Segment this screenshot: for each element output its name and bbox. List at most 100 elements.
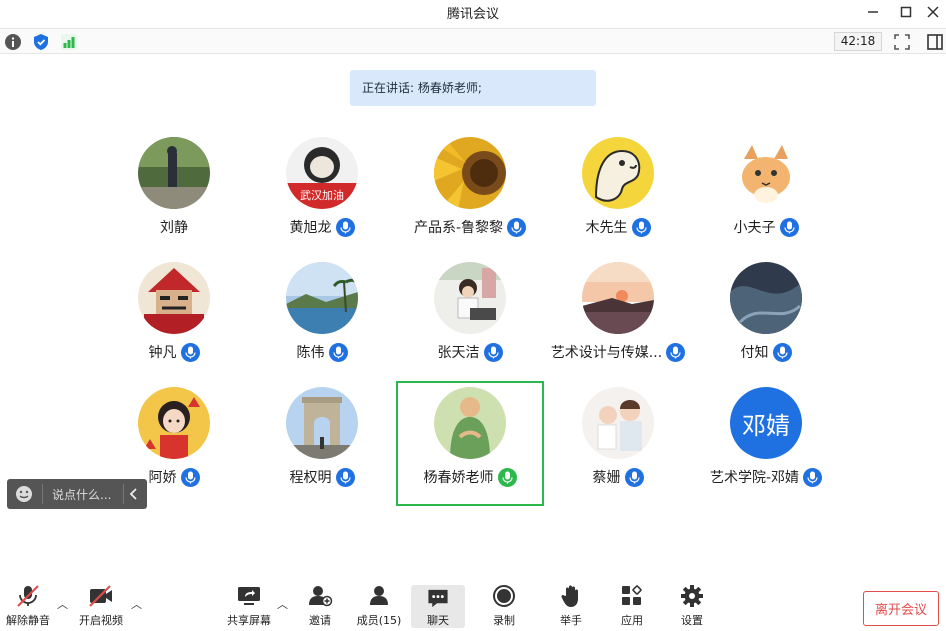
chat-divider [42, 484, 43, 504]
speaking-banner: 正在讲话: 杨春娇老师; [350, 70, 596, 106]
participant-tile[interactable]: 小夫子 [692, 137, 840, 255]
participant-tile[interactable]: 程权明 [248, 387, 396, 505]
window-title: 腾讯会议 [446, 7, 499, 22]
chat-icon [428, 589, 448, 608]
raise-hand-icon [561, 585, 578, 607]
mic-icon[interactable] [328, 342, 348, 362]
participant-tile[interactable]: 张天洁 [396, 262, 544, 380]
chevron-left-icon[interactable] [128, 487, 140, 501]
avatar [730, 262, 802, 334]
participant-name: 艺术学院-邓婧 [709, 470, 800, 486]
mic-icon[interactable] [335, 217, 355, 237]
avatar-initials: 邓婧 [730, 387, 802, 459]
record-icon [493, 585, 515, 607]
gear-icon [681, 585, 703, 607]
close-icon [927, 6, 939, 18]
chevron-up-icon[interactable]: ︿ [277, 596, 288, 612]
settings-button[interactable]: 设置 [672, 584, 712, 630]
chat-divider [123, 484, 124, 504]
participant-tile[interactable]: 艺术设计与传媒... [544, 262, 692, 380]
minimize-button[interactable] [858, 0, 888, 24]
participant-tile[interactable]: 钟凡 [100, 262, 248, 380]
avatar: 武汉加油 [286, 137, 358, 209]
signal-icon[interactable] [60, 33, 78, 51]
participant-name: 张天洁 [437, 345, 480, 361]
apps-icon [622, 585, 642, 605]
participant-tile[interactable]: 陈伟 [248, 262, 396, 380]
participant-name: 蔡姗 [592, 470, 621, 486]
avatar [138, 137, 210, 209]
camera-off-icon [89, 585, 112, 607]
avatar [286, 387, 358, 459]
chevron-up-icon[interactable]: ︿ [131, 596, 142, 612]
share-screen-icon [238, 587, 260, 605]
mic-muted-icon [17, 585, 39, 607]
participant-name: 艺术设计与传媒... [550, 345, 663, 361]
mic-icon[interactable] [666, 342, 686, 362]
participant-name: 木先生 [585, 220, 628, 236]
chat-placeholder[interactable]: 说点什么... [52, 486, 111, 503]
avatar [730, 137, 802, 209]
svg-text:武汉加油: 武汉加油 [300, 188, 344, 202]
mic-active-icon[interactable] [497, 467, 517, 487]
invite-icon [309, 586, 333, 607]
meeting-timer: 42:18 [834, 32, 882, 51]
maximize-button[interactable] [891, 0, 921, 24]
mic-icon[interactable] [803, 467, 823, 487]
maximize-icon [900, 6, 912, 18]
participant-tile[interactable]: 刘静 [100, 137, 248, 255]
shield-icon[interactable] [32, 33, 50, 51]
leave-meeting-button[interactable]: 离开会议 [863, 591, 939, 626]
share-screen-button[interactable]: 共享屏幕 [224, 584, 274, 630]
chevron-up-icon[interactable]: ︿ [57, 596, 68, 612]
participant-name: 刘静 [160, 220, 188, 236]
avatar [582, 387, 654, 459]
mic-icon[interactable] [624, 467, 644, 487]
avatar [582, 262, 654, 334]
mic-icon[interactable] [631, 217, 651, 237]
mic-icon[interactable] [335, 467, 355, 487]
participant-name: 杨春娇老师 [423, 470, 494, 486]
chat-button[interactable]: 聊天 [411, 585, 465, 628]
fullscreen-icon[interactable] [893, 33, 911, 51]
avatar [434, 387, 506, 459]
mic-icon[interactable] [180, 467, 200, 487]
unmute-button[interactable]: 解除静音 [4, 584, 52, 630]
avatar [434, 137, 506, 209]
participant-tile[interactable]: 武汉加油 黄旭龙 [248, 137, 396, 255]
participant-tile[interactable]: 蔡姗 [544, 387, 692, 505]
sidebar-toggle-icon[interactable] [926, 33, 944, 51]
participant-name: 阿娇 [148, 470, 177, 486]
members-icon [370, 586, 388, 605]
emoji-icon[interactable] [15, 485, 33, 503]
participant-tile[interactable]: 产品系-鲁黎黎 [396, 137, 544, 255]
avatar [138, 387, 210, 459]
apps-button[interactable]: 应用 [612, 584, 652, 630]
bottom-toolbar: 解除静音 ︿ 开启视频 ︿ 共享屏幕 ︿ 邀请 成员(15) 聊天 录制 举手 … [0, 576, 946, 631]
close-button[interactable] [918, 0, 946, 24]
invite-button[interactable]: 邀请 [300, 584, 340, 630]
mic-icon[interactable] [779, 217, 799, 237]
participant-tile[interactable]: 邓婧 艺术学院-邓婧 [692, 387, 840, 505]
mic-icon[interactable] [483, 342, 503, 362]
mic-icon[interactable] [772, 342, 792, 362]
participant-name: 小夫子 [733, 220, 776, 236]
participant-tile[interactable]: 付知 [692, 262, 840, 380]
participant-tile[interactable]: 木先生 [544, 137, 692, 255]
participant-name: 陈伟 [296, 345, 325, 361]
info-icon[interactable] [4, 33, 22, 51]
raise-hand-button[interactable]: 举手 [551, 584, 591, 630]
avatar [138, 262, 210, 334]
avatar [582, 137, 654, 209]
title-bar: 腾讯会议 [0, 0, 946, 24]
members-button[interactable]: 成员(15) [355, 584, 403, 630]
participant-tile-active[interactable]: 杨春娇老师 [396, 387, 544, 505]
start-video-button[interactable]: 开启视频 [76, 584, 126, 630]
mic-icon[interactable] [507, 217, 527, 237]
mic-icon[interactable] [180, 342, 200, 362]
participant-name: 付知 [740, 345, 769, 361]
participant-name: 产品系-鲁黎黎 [413, 220, 504, 236]
participant-name: 程权明 [289, 470, 332, 486]
chat-quick-input[interactable]: 说点什么... [7, 479, 147, 509]
record-button[interactable]: 录制 [484, 584, 524, 630]
